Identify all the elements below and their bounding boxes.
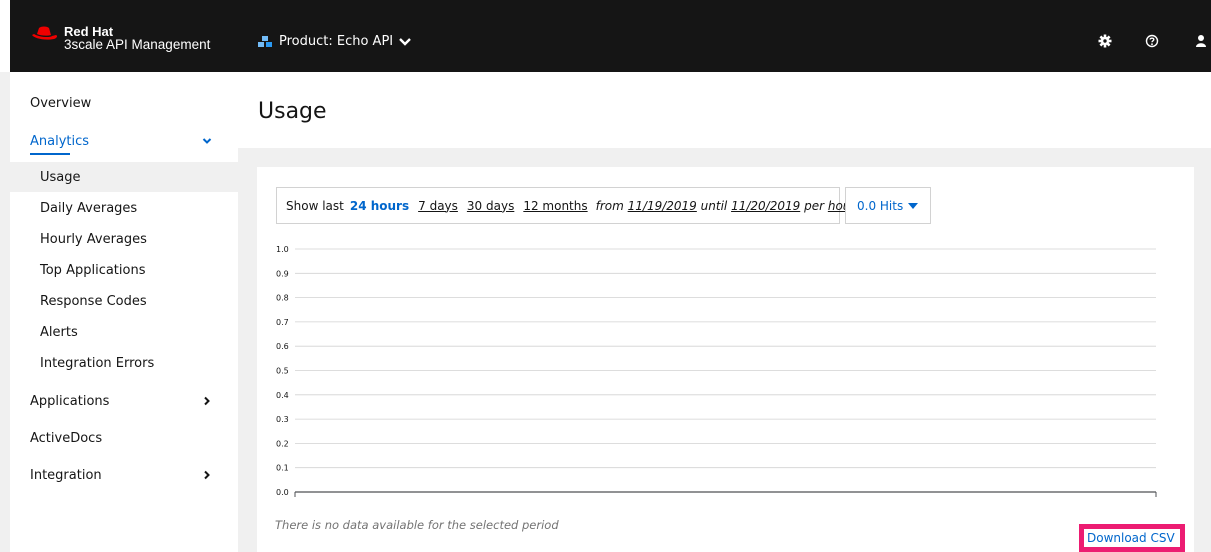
brand-logo[interactable]: Red Hat 3scale API Management [30,25,210,51]
y-tick-label: 0.3 [276,415,289,424]
y-tick-label: 0.5 [276,367,289,376]
period-option-24-hours[interactable]: 24 hours [350,199,409,213]
sidebar-item-alerts[interactable]: Alerts [40,325,78,340]
active-section-indicator [30,153,70,155]
user-icon[interactable] [1196,34,1210,48]
period-option-12-months[interactable]: 12 months [523,199,587,213]
usage-card: Show last 24 hours 7 days 30 days 12 mon… [257,167,1194,552]
from-label: from [595,198,624,213]
y-tick-label: 0.0 [276,488,289,497]
masthead: Red Hat 3scale API Management Product: E… [0,0,1211,72]
product-selector-label: Product: Echo API [279,34,394,49]
sidebar-item-integration[interactable]: Integration [30,468,102,483]
period-filter: Show last 24 hours 7 days 30 days 12 mon… [276,187,855,224]
date-range-text: from 11/19/2019 until 11/20/2019 per hou… [596,199,856,213]
chevron-right-icon[interactable] [202,396,212,406]
y-tick-label: 0.9 [276,269,289,278]
period-option-7-days[interactable]: 7 days [418,199,458,213]
gear-icon[interactable] [1098,34,1112,48]
page-title: Usage [258,99,327,124]
sidebar-item-daily-averages[interactable]: Daily Averages [40,201,137,216]
sidebar-item-integration-errors[interactable]: Integration Errors [40,356,154,371]
sidebar-item-overview[interactable]: Overview [30,96,91,111]
y-tick-label: 0.7 [276,318,289,327]
y-tick-label: 0.4 [276,391,289,400]
chevron-down-icon [399,37,411,46]
y-tick-label: 0.8 [276,294,289,303]
period-option-30-days[interactable]: 30 days [467,199,514,213]
usage-chart: 0.0 0.1 0.2 0.3 0.4 0.5 0.6 0.7 0.8 0.9 1.0 [276,245,1157,497]
metric-dropdown[interactable]: 0.0 Hits [845,187,931,224]
sidebar-item-hourly-averages[interactable]: Hourly Averages [40,232,147,247]
sidebar-item-activedocs[interactable]: ActiveDocs [30,431,102,446]
download-csv-link[interactable]: Download CSV [1087,531,1175,545]
cubes-icon [258,35,272,47]
sidebar-item-usage[interactable]: Usage [40,170,81,185]
page-header: Usage [238,72,1211,148]
sidebar-item-applications[interactable]: Applications [30,394,109,409]
product-selector[interactable]: Product: Echo API [257,34,411,49]
y-tick-label: 0.6 [276,342,289,351]
sidebar-nav: Overview Analytics Usage Daily Averages … [10,72,238,552]
caret-down-icon [908,202,919,209]
y-tick-label: 0.1 [276,464,289,473]
until-label: until [700,198,728,213]
brand-product: 3scale API Management [64,37,211,52]
until-date-picker[interactable]: 11/20/2019 [731,199,800,213]
masthead-edge [0,0,10,72]
sidebar-item-analytics[interactable]: Analytics [30,134,89,149]
y-tick-label: 0.2 [276,439,289,448]
chevron-right-icon[interactable] [202,470,212,480]
y-tick-label: 1.0 [276,245,289,254]
per-label: per [804,198,825,213]
from-date-picker[interactable]: 11/19/2019 [628,199,697,213]
sidebar-item-response-codes[interactable]: Response Codes [40,294,147,309]
download-csv-highlight: Download CSV [1079,524,1185,552]
no-data-message: There is no data available for the selec… [275,518,559,532]
sidebar-item-top-applications[interactable]: Top Applications [40,263,145,278]
red-hat-icon [32,26,58,40]
metric-dropdown-label: 0.0 Hits [857,198,904,213]
help-icon[interactable] [1145,34,1159,48]
chevron-down-icon[interactable] [202,136,212,146]
show-last-label: Show last [286,198,344,213]
